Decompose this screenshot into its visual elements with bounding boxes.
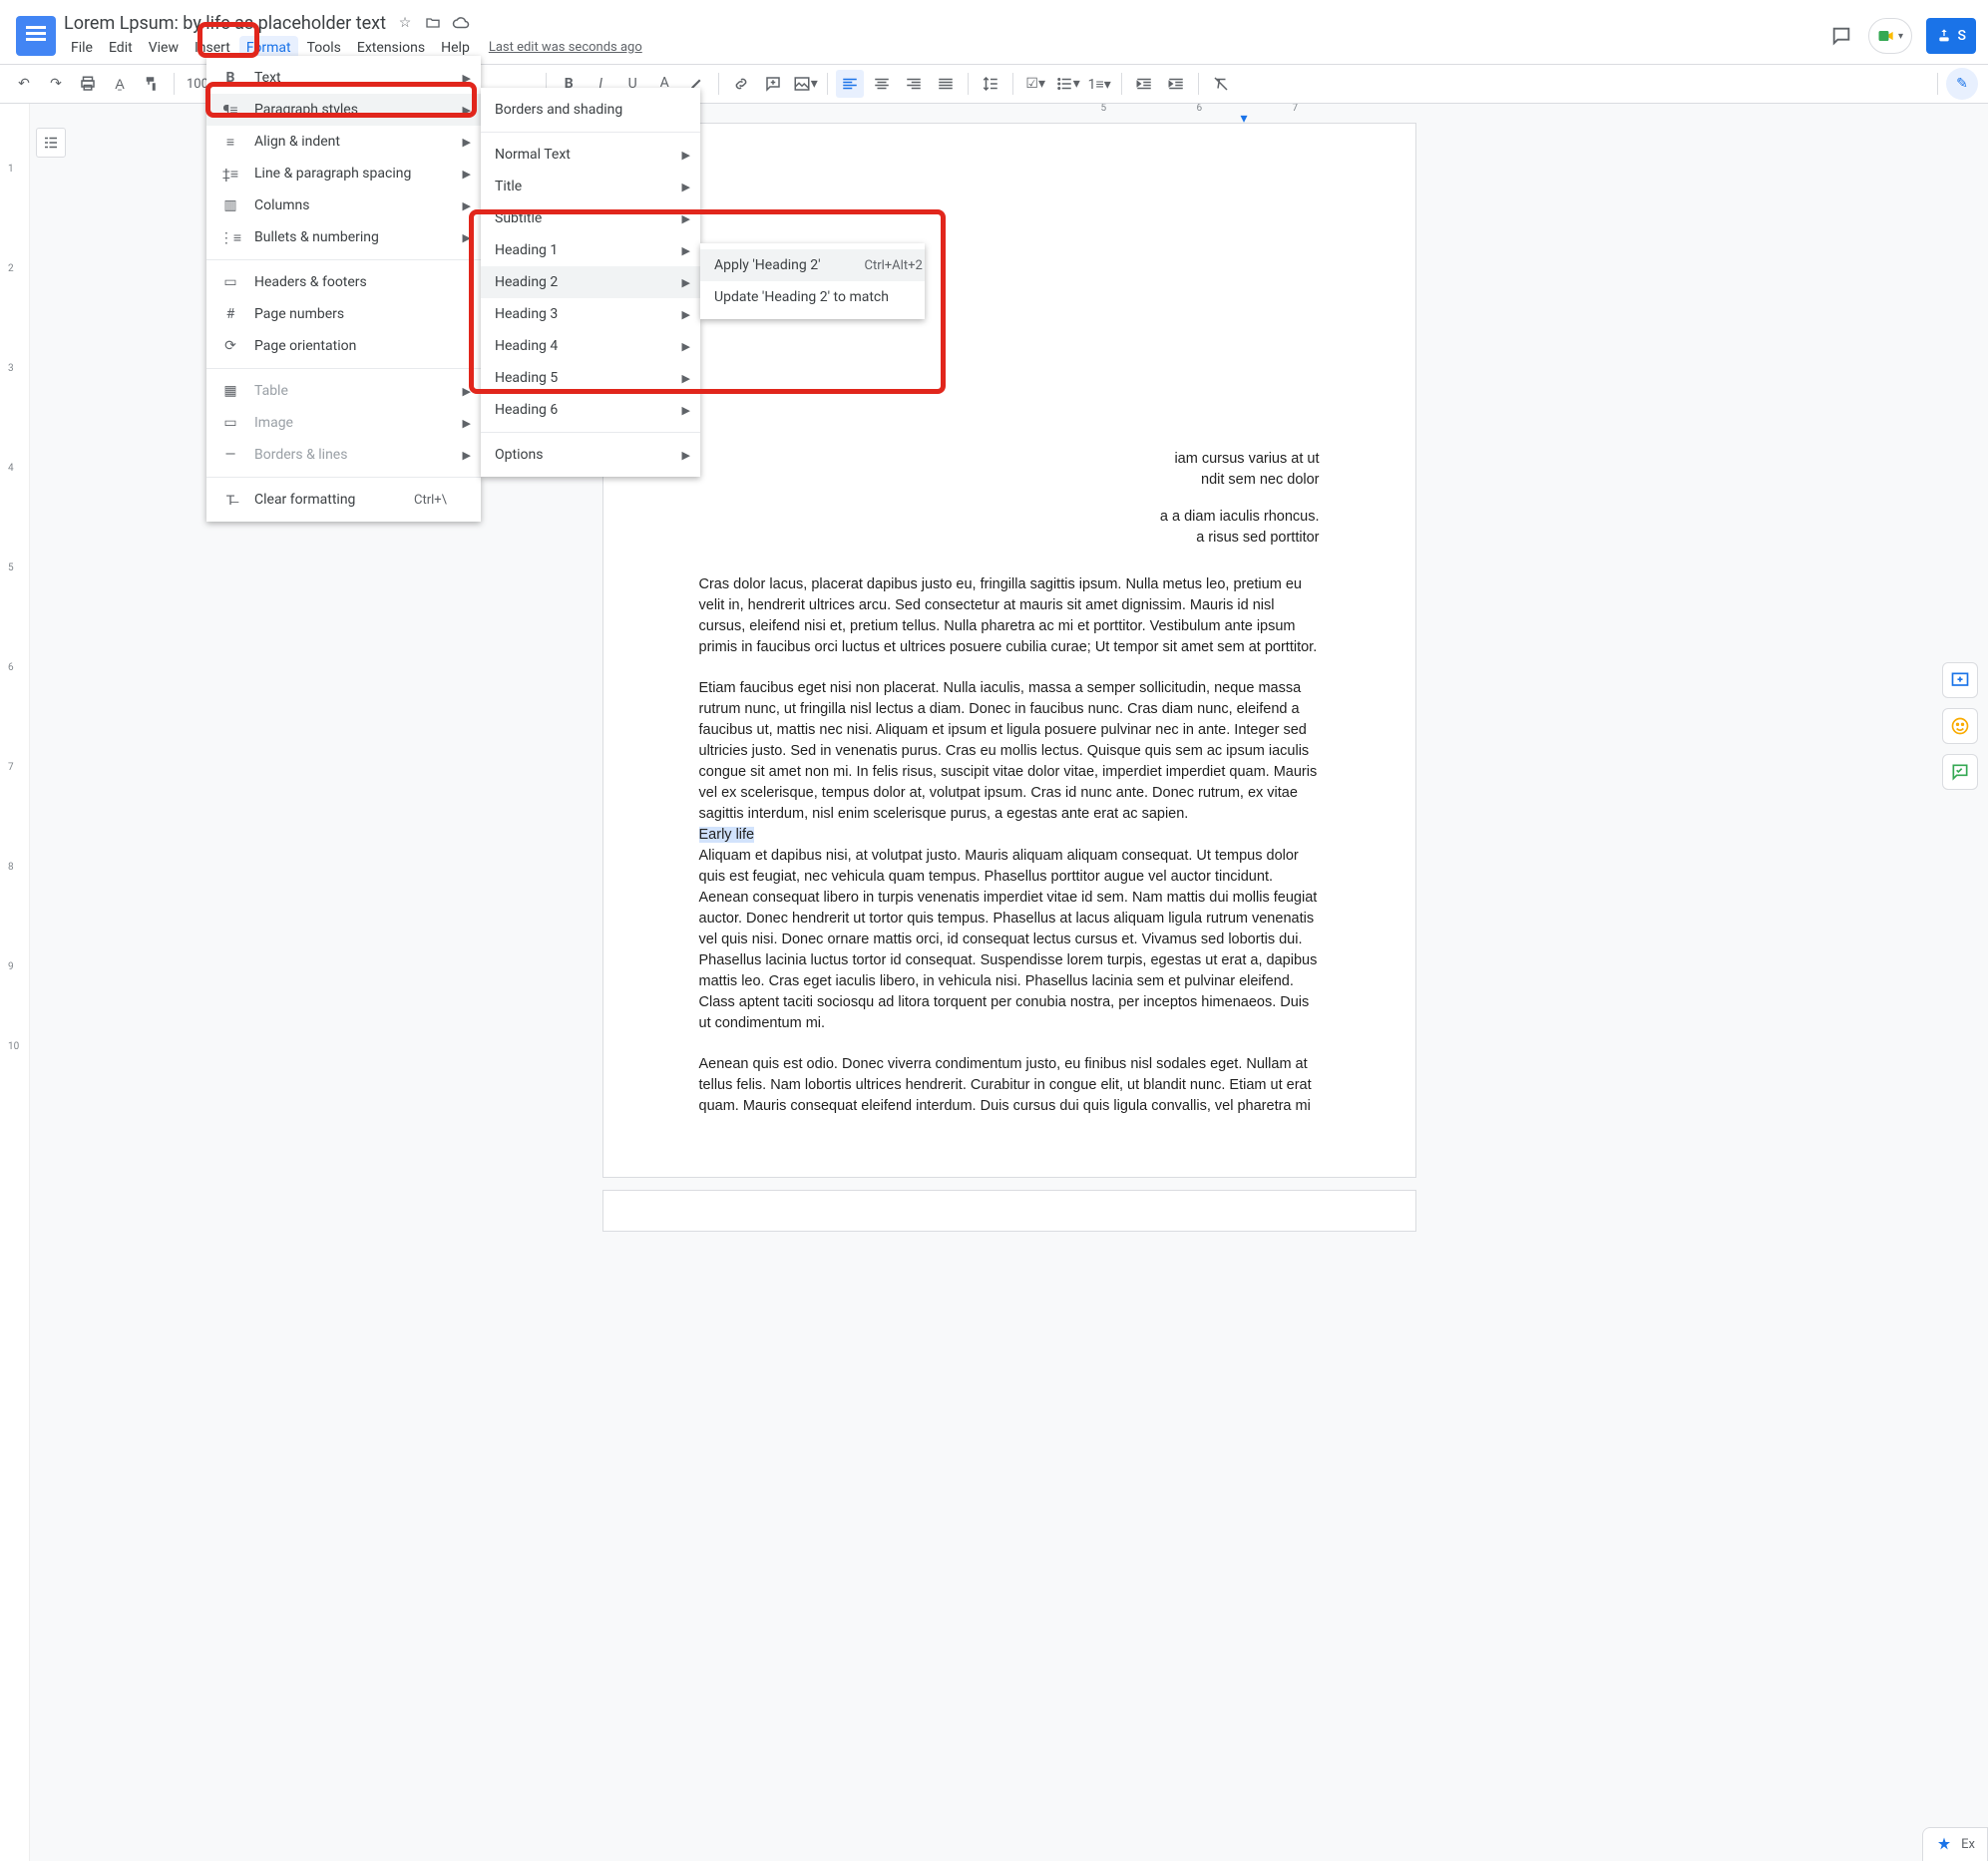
menu-text[interactable]: BText▶ (206, 62, 481, 94)
body-text: Aenean quis est odio. Donec viverra cond… (699, 1054, 1320, 1117)
menu-title[interactable]: Title▶ (481, 171, 700, 202)
print-icon[interactable] (74, 70, 102, 98)
paragraph-styles-menu: Borders and shading Normal Text▶ Title▶ … (481, 88, 700, 477)
menu-page-orientation[interactable]: ⟳Page orientation (206, 330, 481, 362)
spellcheck-icon[interactable]: A̱ (106, 70, 134, 98)
outline-toggle-icon[interactable] (36, 128, 66, 158)
last-edit-link[interactable]: Last edit was seconds ago (489, 40, 642, 55)
bulleted-list-icon[interactable]: ▾ (1053, 70, 1081, 98)
menu-clear-formatting[interactable]: T̶Clear formattingCtrl+\ (206, 484, 481, 516)
menu-heading-4[interactable]: Heading 4▶ (481, 330, 700, 362)
redo-icon[interactable]: ↷ (42, 70, 70, 98)
decrease-indent-icon[interactable] (1130, 70, 1158, 98)
body-text: ndit sem nec dolor (699, 470, 1320, 491)
menu-image: ▭Image▶ (206, 407, 481, 439)
share-button[interactable]: S (1926, 18, 1976, 54)
menu-options[interactable]: Options▶ (481, 439, 700, 471)
body-text: iam cursus varius at ut (699, 449, 1320, 470)
menu-edit[interactable]: Edit (102, 36, 140, 60)
menu-subtitle[interactable]: Subtitle▶ (481, 202, 700, 234)
checklist-icon[interactable]: ☑▾ (1021, 70, 1049, 98)
add-comment-icon[interactable] (759, 70, 787, 98)
move-folder-icon[interactable] (424, 14, 442, 32)
align-left-icon[interactable] (836, 70, 864, 98)
menu-heading-6[interactable]: Heading 6▶ (481, 394, 700, 426)
explore-button[interactable]: Ex (1922, 1827, 1988, 1861)
menu-view[interactable]: View (142, 36, 186, 60)
menu-heading-1[interactable]: Heading 1▶ (481, 234, 700, 266)
suggest-edits-icon[interactable] (1942, 754, 1978, 790)
align-justify-icon[interactable] (932, 70, 960, 98)
menu-columns[interactable]: ▥Columns▶ (206, 189, 481, 221)
align-center-icon[interactable] (868, 70, 896, 98)
star-icon[interactable]: ☆ (396, 14, 414, 32)
editing-mode-icon[interactable]: ✎ (1946, 68, 1978, 100)
selected-text: Early life (699, 827, 755, 843)
body-text: a risus sed porttitor (699, 528, 1320, 549)
menu-update-heading-2[interactable]: Update 'Heading 2' to match (700, 281, 925, 313)
add-comment-side-icon[interactable] (1942, 662, 1978, 698)
menu-bullets[interactable]: ⋮≡Bullets & numbering▶ (206, 221, 481, 253)
menu-heading-3[interactable]: Heading 3▶ (481, 298, 700, 330)
line-spacing-icon[interactable] (977, 70, 1004, 98)
menu-paragraph-styles[interactable]: ¶≡Paragraph styles▶ (206, 94, 481, 126)
document-page-2[interactable] (602, 1190, 1416, 1232)
body-text: Aliquam et dapibus nisi, at volutpat jus… (699, 846, 1320, 1034)
body-text: a a diam iaculis rhoncus. (699, 507, 1320, 528)
menu-heading-5[interactable]: Heading 5▶ (481, 362, 700, 394)
menu-borders-shading[interactable]: Borders and shading (481, 94, 700, 126)
increase-indent-icon[interactable] (1162, 70, 1190, 98)
emoji-reaction-icon[interactable] (1942, 708, 1978, 744)
menu-page-numbers[interactable]: #Page numbers (206, 298, 481, 330)
meet-button[interactable]: ▾ (1868, 18, 1912, 54)
menu-heading-2[interactable]: Heading 2▶ (481, 266, 700, 298)
format-menu: BText▶ ¶≡Paragraph styles▶ ≡Align & inde… (206, 56, 481, 522)
docs-logo-icon[interactable] (16, 16, 56, 56)
menu-align-indent[interactable]: ≡Align & indent▶ (206, 126, 481, 158)
clear-formatting-icon[interactable] (1207, 70, 1235, 98)
horizontal-ruler: 5 6 7 ▾ (602, 104, 1416, 123)
body-text: Etiam faucibus eget nisi non placerat. N… (699, 678, 1320, 825)
vertical-ruler: 1 2 3 4 5 6 7 8 9 10 (0, 104, 30, 1861)
undo-icon[interactable]: ↶ (10, 70, 38, 98)
insert-link-icon[interactable] (727, 70, 755, 98)
share-label: S (1958, 28, 1966, 44)
document-title[interactable]: Lorem Lpsum: by life as placeholder text (64, 13, 386, 34)
menu-headers-footers[interactable]: ▭Headers & footers (206, 266, 481, 298)
menu-table: ▦Table▶ (206, 375, 481, 407)
menu-file[interactable]: File (64, 36, 100, 60)
body-text: Cras dolor lacus, placerat dapibus justo… (699, 574, 1320, 658)
cloud-status-icon[interactable] (452, 14, 470, 32)
menu-normal-text[interactable]: Normal Text▶ (481, 139, 700, 171)
menu-borders-lines: —Borders & lines▶ (206, 439, 481, 471)
numbered-list-icon[interactable]: 1≡▾ (1085, 70, 1113, 98)
align-right-icon[interactable] (900, 70, 928, 98)
paint-format-icon[interactable] (138, 70, 166, 98)
heading-2-submenu: Apply 'Heading 2'Ctrl+Alt+2 Update 'Head… (700, 243, 925, 319)
menu-line-spacing[interactable]: ‡≡Line & paragraph spacing▶ (206, 158, 481, 189)
menu-apply-heading-2[interactable]: Apply 'Heading 2'Ctrl+Alt+2 (700, 249, 925, 281)
insert-image-icon[interactable]: ▾ (791, 70, 819, 98)
comment-history-icon[interactable] (1828, 23, 1854, 49)
